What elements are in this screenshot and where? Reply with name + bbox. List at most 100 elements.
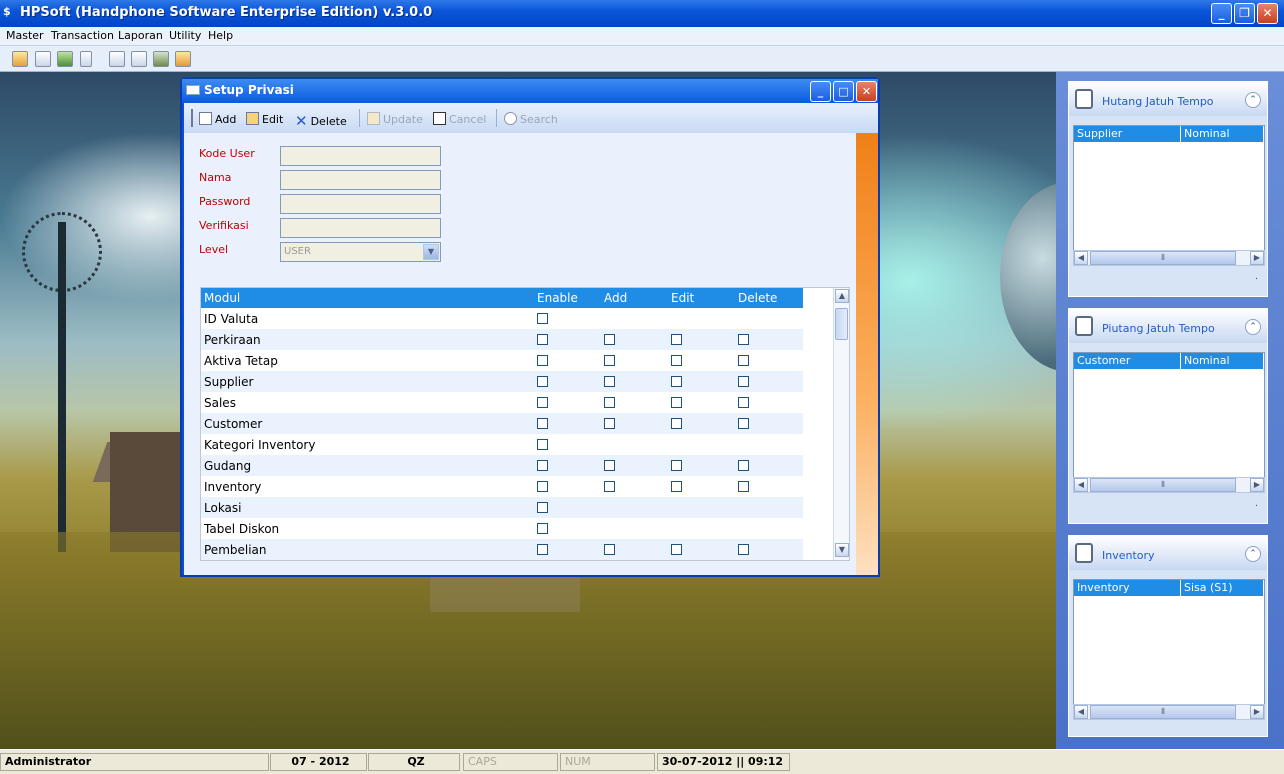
add-checkbox[interactable] [604,334,615,345]
column-header[interactable]: Supplier [1074,126,1181,142]
cancel-button[interactable]: Cancel [433,112,486,126]
column-header[interactable]: Customer [1074,353,1181,369]
scroll-left-icon[interactable]: ◀ [1074,705,1088,719]
panel-grid[interactable]: Supplier Nominal [1073,125,1265,266]
menu-master[interactable]: Master [6,29,44,42]
delete-checkbox[interactable] [738,481,749,492]
add-checkbox[interactable] [604,481,615,492]
dialog-titlebar[interactable]: Setup Privasi _ □ ✕ [182,79,878,103]
enable-checkbox[interactable] [537,502,548,513]
dialog-maximize-button[interactable]: □ [833,81,854,102]
enable-checkbox[interactable] [537,460,548,471]
edit-checkbox[interactable] [671,355,682,366]
table-row[interactable]: Aktiva Tetap [201,350,803,371]
edit-checkbox[interactable] [671,334,682,345]
table-row[interactable]: Gudang [201,455,803,476]
collapse-icon[interactable]: ⌃ [1245,92,1261,108]
scroll-thumb[interactable]: ⦀ [1090,478,1236,492]
scroll-right-icon[interactable]: ▶ [1250,251,1264,265]
horizontal-scrollbar[interactable]: ◀ ⦀ ▶ [1073,704,1265,720]
add-checkbox[interactable] [604,397,615,408]
edit-checkbox[interactable] [671,397,682,408]
menu-help[interactable]: Help [208,29,233,42]
table-row[interactable]: ID Valuta [201,308,803,329]
scroll-thumb[interactable]: ⦀ [1090,705,1236,719]
scroll-right-icon[interactable]: ▶ [1250,478,1264,492]
edit-checkbox[interactable] [671,376,682,387]
edit-checkbox[interactable] [671,418,682,429]
delete-checkbox[interactable] [738,355,749,366]
edit-checkbox[interactable] [671,544,682,555]
column-header-edit[interactable]: Edit [671,291,694,305]
kode-user-input[interactable] [280,146,441,166]
enable-checkbox[interactable] [537,355,548,366]
edit-checkbox[interactable] [671,460,682,471]
enable-checkbox[interactable] [537,334,548,345]
table-row[interactable]: Pembelian [201,539,803,560]
table-row[interactable]: Tabel Diskon [201,518,803,539]
restore-button[interactable]: ❐ [1234,3,1255,24]
scroll-down-icon[interactable]: ▼ [835,543,849,557]
panel-grid[interactable]: Inventory Sisa (S1) [1073,579,1265,720]
column-header-delete[interactable]: Delete [738,291,777,305]
delete-checkbox[interactable] [738,376,749,387]
minimize-button[interactable]: _ [1211,3,1232,24]
add-checkbox[interactable] [604,376,615,387]
dialog-close-button[interactable]: ✕ [856,81,877,102]
scroll-right-icon[interactable]: ▶ [1250,705,1264,719]
enable-checkbox[interactable] [537,544,548,555]
column-header[interactable]: Sisa (S1) [1181,580,1264,596]
collapse-icon[interactable]: ⌃ [1245,546,1261,562]
tool-icon[interactable] [153,51,169,67]
scroll-left-icon[interactable]: ◀ [1074,251,1088,265]
image-icon[interactable] [57,51,73,67]
add-checkbox[interactable] [604,460,615,471]
password-input[interactable] [280,194,441,214]
enable-checkbox[interactable] [537,523,548,534]
table-row[interactable]: Inventory [201,476,803,497]
open-icon[interactable] [12,51,28,67]
add-checkbox[interactable] [604,544,615,555]
chevron-down-icon[interactable]: ▼ [423,244,439,260]
horizontal-scrollbar[interactable]: ◀ ⦀ ▶ [1073,250,1265,266]
table-row[interactable]: Customer [201,413,803,434]
add-button[interactable]: Add [199,112,236,126]
scroll-thumb[interactable] [835,308,848,340]
table-row[interactable]: Supplier [201,371,803,392]
table-row[interactable]: Lokasi [201,497,803,518]
enable-checkbox[interactable] [537,313,548,324]
delete-button[interactable]: ✕ Delete [295,112,347,130]
dialog-minimize-button[interactable]: _ [810,81,831,102]
edit-checkbox[interactable] [671,481,682,492]
enable-checkbox[interactable] [537,418,548,429]
device-icon[interactable] [80,51,92,67]
close-button[interactable]: ✕ [1257,3,1278,24]
enable-checkbox[interactable] [537,376,548,387]
panel-grid[interactable]: Customer Nominal [1073,352,1265,493]
nama-input[interactable] [280,170,441,190]
level-select[interactable]: USER ▼ [280,242,441,262]
form-icon[interactable] [35,51,51,67]
add-checkbox[interactable] [604,355,615,366]
scroll-up-icon[interactable]: ▲ [835,289,849,303]
vertical-scrollbar[interactable]: ▲ ▼ [833,288,849,560]
scroll-left-icon[interactable]: ◀ [1074,478,1088,492]
book-icon[interactable] [131,51,147,67]
scroll-thumb[interactable]: ⦀ [1090,251,1236,265]
menu-utility[interactable]: Utility [169,29,201,42]
enable-checkbox[interactable] [537,397,548,408]
column-header[interactable]: Inventory [1074,580,1181,596]
column-header[interactable]: Nominal [1181,126,1264,142]
table-row[interactable]: Kategori Inventory [201,434,803,455]
column-header-modul[interactable]: Modul [204,291,240,305]
verifikasi-input[interactable] [280,218,441,238]
folder-icon[interactable] [175,51,191,67]
horizontal-scrollbar[interactable]: ◀ ⦀ ▶ [1073,477,1265,493]
list-icon[interactable] [109,51,125,67]
menu-transaction[interactable]: Transaction [51,29,114,42]
delete-checkbox[interactable] [738,460,749,471]
search-button[interactable]: Search [504,112,558,126]
delete-checkbox[interactable] [738,544,749,555]
enable-checkbox[interactable] [537,439,548,450]
edit-button[interactable]: Edit [246,112,283,126]
